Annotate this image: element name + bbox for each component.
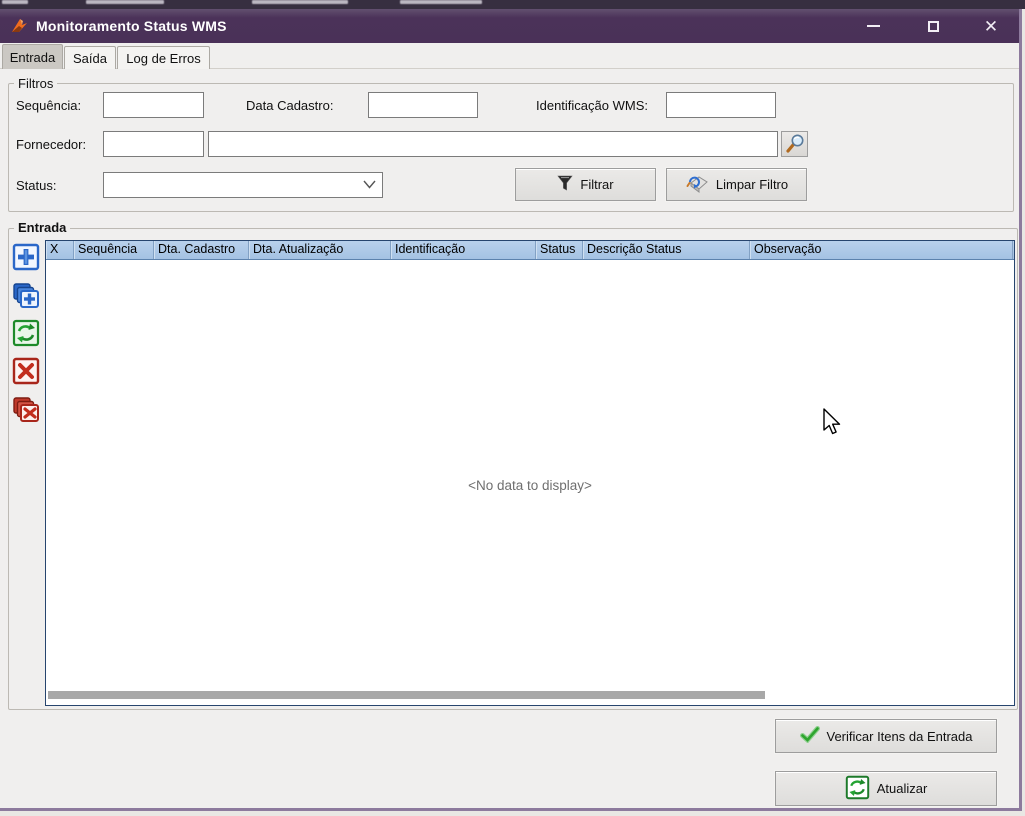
atualizar-button-label: Atualizar bbox=[876, 781, 928, 796]
atualizar-button[interactable]: Atualizar bbox=[775, 771, 997, 806]
clipped-menu-fragment bbox=[252, 0, 348, 4]
funnel-icon bbox=[557, 175, 574, 195]
delete-multiple-icon bbox=[12, 395, 40, 426]
app-window: Monitoramento Status WMS ✕ Entrada Saída… bbox=[0, 0, 1025, 816]
fornecedor-label: Fornecedor: bbox=[16, 137, 87, 152]
identificacao-wms-input[interactable] bbox=[666, 92, 776, 118]
tab-label: Saída bbox=[73, 50, 107, 66]
delete-row-button[interactable] bbox=[11, 357, 41, 387]
clipped-menu-fragment bbox=[86, 0, 164, 4]
maximize-icon bbox=[927, 20, 939, 32]
maximize-button[interactable] bbox=[917, 11, 949, 41]
status-label: Status: bbox=[16, 178, 57, 193]
eraser-icon bbox=[685, 173, 709, 196]
delete-icon bbox=[12, 357, 40, 388]
sequencia-input[interactable] bbox=[103, 92, 204, 118]
tab-saida[interactable]: Saída bbox=[64, 46, 116, 69]
identificacao-wms-label: Identificação WMS: bbox=[536, 98, 648, 113]
entrada-group-label: Entrada bbox=[14, 220, 71, 235]
add-multiple-icon bbox=[12, 281, 40, 312]
status-select-value bbox=[104, 173, 382, 179]
column-header-identifica-o[interactable]: Identificação bbox=[391, 241, 536, 259]
refresh-icon bbox=[12, 319, 40, 350]
data-cadastro-input[interactable] bbox=[368, 92, 478, 118]
delete-multiple-rows-button[interactable] bbox=[11, 395, 41, 425]
chevron-down-icon bbox=[363, 180, 376, 189]
window-title: Monitoramento Status WMS bbox=[36, 18, 227, 34]
column-header-x[interactable]: X bbox=[46, 241, 74, 259]
sequencia-label: Sequência: bbox=[16, 98, 82, 113]
minimize-icon bbox=[866, 25, 880, 27]
grid-header: X Sequência Dta. Cadastro Dta. Atualização I… bbox=[46, 241, 1014, 260]
magnifier-icon bbox=[785, 133, 805, 156]
close-button[interactable]: ✕ bbox=[975, 11, 1007, 41]
filtrar-button[interactable]: Filtrar bbox=[515, 168, 656, 201]
data-cadastro-label: Data Cadastro: bbox=[246, 98, 334, 113]
fornecedor-search-button[interactable] bbox=[781, 131, 808, 157]
clipped-menu-fragment bbox=[400, 0, 482, 4]
filtrar-button-label: Filtrar bbox=[580, 177, 614, 192]
tab-log-de-erros[interactable]: Log de Erros bbox=[117, 46, 210, 69]
add-icon bbox=[12, 243, 40, 274]
column-header-dta-cadastro[interactable]: Dta. Cadastro bbox=[154, 241, 249, 259]
titlebar[interactable]: Monitoramento Status WMS ✕ bbox=[0, 9, 1022, 43]
tab-entrada[interactable]: Entrada bbox=[2, 44, 63, 69]
fornecedor-codigo-input[interactable] bbox=[103, 131, 204, 157]
entrada-grid: X Sequência Dta. Cadastro Dta. Atualização I… bbox=[45, 240, 1015, 706]
column-header-status[interactable]: Status bbox=[536, 241, 583, 259]
verificar-itens-button-label: Verificar Itens da Entrada bbox=[826, 728, 973, 744]
column-header-observa-o[interactable]: Observação bbox=[750, 241, 1013, 259]
recycle-icon bbox=[845, 775, 870, 803]
add-multiple-rows-button[interactable] bbox=[11, 281, 41, 311]
status-select[interactable] bbox=[103, 172, 383, 198]
limpar-filtro-button-label: Limpar Filtro bbox=[715, 177, 789, 192]
tab-label: Entrada bbox=[9, 49, 56, 65]
tab-label: Log de Erros bbox=[126, 50, 201, 66]
refresh-rows-button[interactable] bbox=[11, 319, 41, 349]
close-icon: ✕ bbox=[983, 16, 999, 36]
horizontal-scrollbar-thumb[interactable] bbox=[48, 691, 765, 699]
app-logo-icon bbox=[11, 17, 28, 34]
grid-empty-message: <No data to display> bbox=[468, 478, 592, 493]
background-window-strip bbox=[0, 0, 1025, 9]
column-header-dta-atualiza-o[interactable]: Dta. Atualização bbox=[249, 241, 391, 259]
limpar-filtro-button[interactable]: Limpar Filtro bbox=[666, 168, 807, 201]
verificar-itens-button[interactable]: Verificar Itens da Entrada bbox=[775, 719, 997, 753]
column-header-sequ-ncia[interactable]: Sequência bbox=[74, 241, 154, 259]
filters-group-label: Filtros bbox=[14, 76, 58, 91]
window-border-bottom bbox=[0, 808, 1022, 811]
green-check-icon bbox=[799, 726, 820, 746]
add-row-button[interactable] bbox=[11, 243, 41, 273]
window-border-right bbox=[1019, 9, 1022, 811]
fornecedor-nome-input[interactable] bbox=[208, 131, 778, 157]
clipped-menu-fragment bbox=[2, 0, 28, 4]
minimize-button[interactable] bbox=[857, 11, 889, 41]
column-header-descri-o-status[interactable]: Descrição Status bbox=[583, 241, 750, 259]
